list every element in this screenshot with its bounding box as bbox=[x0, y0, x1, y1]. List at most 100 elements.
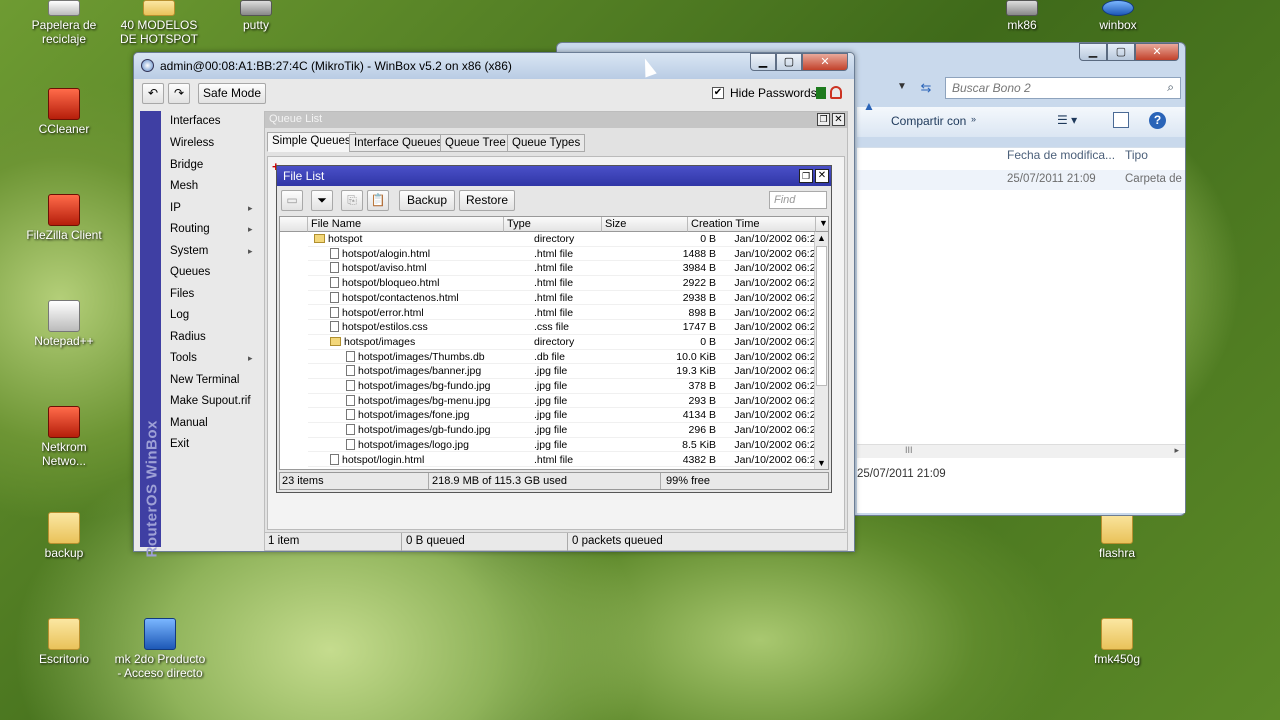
horizontal-scrollbar[interactable]: III ▸ bbox=[857, 444, 1185, 458]
table-row[interactable]: hotspot/login.html .html file 4382 B Jan/10… bbox=[308, 453, 816, 468]
restore-icon[interactable]: ❐ bbox=[817, 113, 830, 126]
dropdown-icon[interactable]: ▼ bbox=[897, 77, 911, 97]
restore-icon[interactable]: ❐ bbox=[799, 169, 813, 183]
menu-item-manual[interactable]: Manual bbox=[170, 417, 208, 429]
refresh-icon[interactable]: ⇆ bbox=[915, 77, 937, 99]
table-row[interactable]: hotspot/images directory 0 B Jan/10/2002 06… bbox=[308, 335, 816, 350]
view-icon[interactable]: ☰ ▾ bbox=[1057, 113, 1077, 127]
list-item[interactable]: 25/07/2011 21:09 Carpeta de bbox=[857, 170, 1185, 190]
menu-item-exit[interactable]: Exit bbox=[170, 438, 189, 450]
close-button[interactable]: ✕ bbox=[1135, 43, 1179, 61]
table-row[interactable]: hotspot/images/gb-fundo.jpg .jpg file 296 … bbox=[308, 423, 816, 438]
table-row[interactable]: hotspot/alogin.html .html file 1488 B Jan/1… bbox=[308, 247, 816, 262]
scroll-up-icon[interactable]: ▲ bbox=[817, 233, 826, 243]
menu-item-bridge[interactable]: Bridge bbox=[170, 159, 203, 171]
filter-icon[interactable]: ⏷ bbox=[311, 190, 333, 211]
table-row[interactable]: hotspot directory 0 B Jan/10/2002 06:27:51 bbox=[308, 232, 816, 247]
share-with-menu[interactable]: Compartir con bbox=[891, 114, 966, 128]
desktop-icon-putty[interactable]: putty bbox=[210, 0, 302, 32]
column-header-creation-time[interactable]: Creation Time bbox=[688, 217, 816, 232]
table-row[interactable]: hotspot/contactenos.html .html file 2938 B… bbox=[308, 291, 816, 306]
close-icon[interactable]: ✕ bbox=[815, 169, 829, 183]
menu-item-new-terminal[interactable]: New Terminal bbox=[170, 374, 239, 386]
desktop-icon-fmk450g[interactable]: fmk450g bbox=[1071, 618, 1163, 666]
desktop-icon-winbox[interactable]: winbox bbox=[1072, 0, 1164, 32]
undo-icon[interactable]: ↶ bbox=[142, 83, 164, 104]
menu-item-log[interactable]: Log bbox=[170, 309, 189, 321]
file-icon bbox=[330, 321, 339, 333]
tab-queue-types[interactable]: Queue Types bbox=[507, 134, 586, 152]
table-row[interactable]: hotspot/images/Thumbs.db .db file 10.0 KiB… bbox=[308, 350, 816, 365]
desktop-icon-hotspot-models[interactable]: 40 MODELOS DE HOTSPOT bbox=[113, 0, 205, 46]
desktop-icon-escritorio[interactable]: Escritorio bbox=[18, 618, 110, 666]
column-menu-icon[interactable]: ▼ bbox=[816, 217, 828, 232]
menu-item-tools[interactable]: Tools bbox=[170, 352, 197, 364]
minimize-button[interactable]: ▁ bbox=[750, 53, 776, 71]
table-row[interactable]: hotspot/images/fone.jpg .jpg file 4134 B Ja… bbox=[308, 408, 816, 424]
desktop-icon-mk-shortcut[interactable]: mk 2do Producto - Acceso directo bbox=[114, 618, 206, 680]
table-row[interactable]: hotspot/images/bg-fundo.jpg .jpg file 378 … bbox=[308, 379, 816, 394]
menu-item-queues[interactable]: Queues bbox=[170, 266, 210, 278]
tab-interface-queues[interactable]: Interface Queues bbox=[349, 134, 448, 152]
menu-item-system[interactable]: System bbox=[170, 245, 208, 257]
menu-item-mesh[interactable]: Mesh bbox=[170, 180, 198, 192]
remove-icon[interactable]: ▭ bbox=[281, 190, 303, 211]
desktop-icon-ccleaner[interactable]: CCleaner bbox=[18, 88, 110, 136]
column-type-header[interactable]: Tipo bbox=[1125, 148, 1148, 162]
table-row[interactable]: hotspot/error.html .html file 898 B Jan/10/… bbox=[308, 306, 816, 321]
menu-item-interfaces[interactable]: Interfaces bbox=[170, 115, 221, 127]
desktop-icon-recycle-bin[interactable]: Papelera de reciclaje bbox=[18, 0, 110, 46]
find-input[interactable]: Find bbox=[769, 191, 827, 209]
restore-button[interactable]: Restore bbox=[459, 190, 515, 211]
table-row[interactable]: hotspot/bloqueo.html .html file 2922 B Jan/… bbox=[308, 276, 816, 291]
preview-pane-icon[interactable] bbox=[1113, 112, 1129, 128]
close-icon[interactable]: ✕ bbox=[832, 113, 845, 126]
table-row[interactable]: hotspot/estilos.css .css file 1747 B Jan/10… bbox=[308, 320, 816, 335]
file-size-cell: 10.0 KiB bbox=[676, 350, 716, 363]
table-row[interactable]: hotspot/images/logo.jpg .jpg file 8.5 KiB J… bbox=[308, 438, 816, 453]
explorer-file-area: Fecha de modifica... Tipo 25/07/2011 21:… bbox=[857, 147, 1185, 513]
close-button[interactable]: ✕ bbox=[802, 53, 848, 71]
table-row[interactable]: hotspot/images/bg-menu.jpg .jpg file 293 B… bbox=[308, 394, 816, 409]
column-date-header[interactable]: Fecha de modifica... bbox=[1007, 148, 1115, 162]
file-list-title-bar[interactable]: File List bbox=[277, 166, 831, 186]
column-header-file-name[interactable]: File Name bbox=[308, 217, 504, 232]
shortcut-icon bbox=[144, 618, 176, 650]
menu-item-files[interactable]: Files bbox=[170, 288, 194, 300]
column-header-type[interactable]: Type bbox=[504, 217, 602, 232]
maximize-button[interactable]: ▢ bbox=[1107, 43, 1135, 61]
redo-icon[interactable]: ↷ bbox=[168, 83, 190, 104]
table-row[interactable]: hotspot/images/banner.jpg .jpg file 19.3 K… bbox=[308, 364, 816, 379]
desktop-icon-flashra[interactable]: flashra bbox=[1071, 512, 1163, 560]
desktop-icon-notepad[interactable]: Notepad++ bbox=[18, 300, 110, 348]
copy-icon[interactable]: ⎘ bbox=[341, 190, 363, 211]
table-row[interactable]: hotspot/aviso.html .html file 3984 B Jan/10… bbox=[308, 261, 816, 277]
vertical-scrollbar[interactable]: ▲ ▼ bbox=[814, 232, 828, 469]
menu-item-wireless[interactable]: Wireless bbox=[170, 137, 214, 149]
maximize-button[interactable]: ▢ bbox=[776, 53, 802, 71]
menu-item-radius[interactable]: Radius bbox=[170, 331, 206, 343]
hide-passwords-checkbox[interactable]: ✔ bbox=[712, 87, 724, 99]
ccleaner-icon bbox=[48, 88, 80, 120]
desktop-icon-backup[interactable]: backup bbox=[18, 512, 110, 560]
help-icon[interactable]: ? bbox=[1149, 112, 1166, 129]
desktop-icon-mk86[interactable]: mk86 bbox=[976, 0, 1068, 32]
file-type-cell: .jpg file bbox=[534, 380, 568, 392]
tab-queue-tree[interactable]: Queue Tree bbox=[440, 134, 511, 152]
column-header-size[interactable]: Size bbox=[602, 217, 688, 232]
tab-simple-queues[interactable]: Simple Queues bbox=[267, 132, 356, 152]
menu-item-routing[interactable]: Routing bbox=[170, 223, 210, 235]
menu-item-ip[interactable]: IP bbox=[170, 202, 181, 214]
menu-item-make-supout[interactable]: Make Supout.rif bbox=[170, 395, 251, 407]
minimize-button[interactable]: ▁ bbox=[1079, 43, 1107, 61]
backup-button[interactable]: Backup bbox=[399, 190, 455, 211]
scroll-down-icon[interactable]: ▼ bbox=[817, 458, 826, 468]
desktop-icon-filezilla[interactable]: FileZilla Client bbox=[18, 194, 110, 242]
scrollbar-thumb[interactable] bbox=[816, 246, 827, 386]
desktop-icon-netkrom[interactable]: Netkrom Netwo... bbox=[18, 406, 110, 468]
queue-list-title-bar[interactable]: Queue List bbox=[265, 112, 847, 128]
paste-icon[interactable]: 📋 bbox=[367, 190, 389, 211]
safe-mode-button[interactable]: Safe Mode bbox=[198, 83, 266, 104]
search-input[interactable]: Buscar Bono 2 ⌕ bbox=[945, 77, 1181, 99]
title-bar[interactable]: admin@00:08:A1:BB:27:4C (MikroTik) - Win… bbox=[134, 53, 854, 79]
